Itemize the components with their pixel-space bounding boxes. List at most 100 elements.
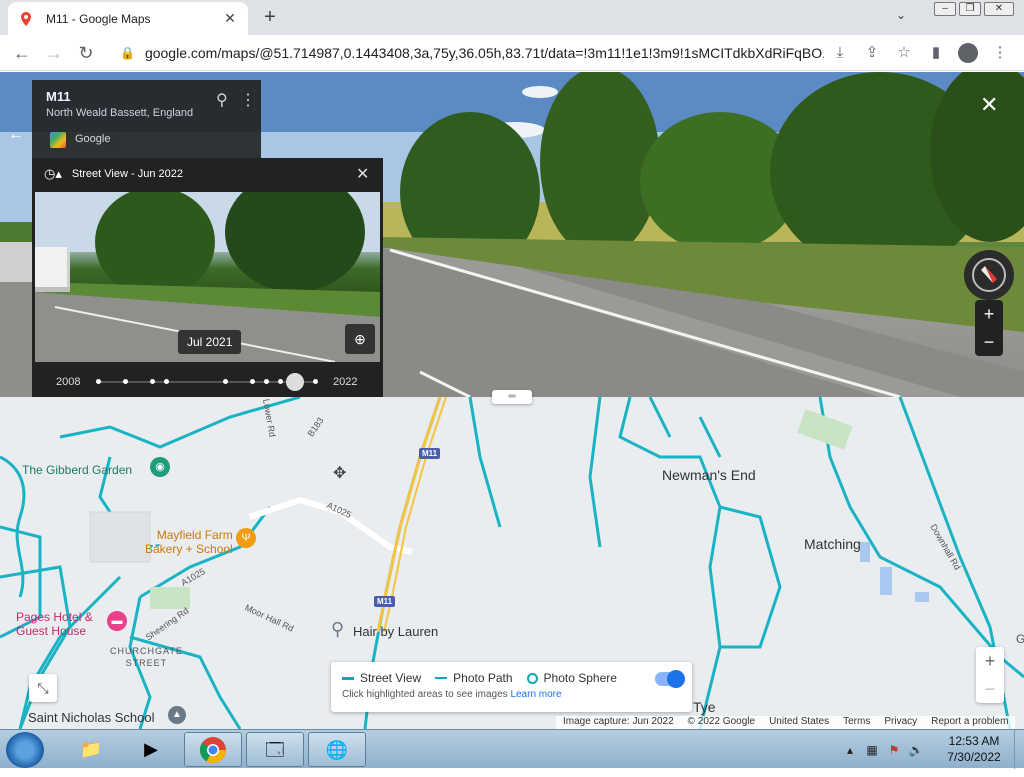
image-capture-date: Image capture: Jun 2022	[563, 716, 674, 727]
map-attribution-bar: Image capture: Jun 2022 © 2022 Google Un…	[556, 716, 1016, 729]
tab-search-chevron-icon[interactable]: ⌄	[896, 8, 906, 22]
street-view-layer-toggle[interactable]	[655, 670, 685, 688]
privacy-link[interactable]: Privacy	[884, 716, 917, 729]
pages-hotel-line1: Pages Hotel &	[16, 610, 93, 624]
churchgate-line1: CHURCHGATE	[110, 646, 183, 656]
close-timeline-icon[interactable]: ✕	[356, 164, 369, 184]
media-player-taskbar-button[interactable]: ▶	[122, 732, 180, 767]
bookmark-star-icon[interactable]: ☆	[888, 39, 920, 67]
network-icon[interactable]: ▦	[864, 743, 880, 757]
window-controls: – ❐ ✕	[931, 2, 1014, 16]
pin-poi-icon[interactable]: ⚲	[331, 619, 349, 639]
legend-street-view-label: Street View	[360, 671, 422, 685]
close-window-button[interactable]: ✕	[984, 2, 1014, 16]
camera-poi-icon[interactable]: ◉	[150, 457, 170, 477]
browser-toolbar: ← → ↻ 🔒 google.com/maps/@51.714987,0.144…	[0, 35, 1024, 71]
share-icon[interactable]: ⇪	[856, 39, 888, 67]
hair-by-lauren-label[interactable]: Hair by Lauren	[353, 624, 438, 639]
action-center-icon[interactable]: ⚑	[886, 743, 902, 757]
side-panel-icon[interactable]: ▮	[920, 39, 952, 67]
tab-google-maps[interactable]: M11 - Google Maps ✕	[8, 2, 248, 35]
report-problem-link[interactable]: Report a problem	[931, 716, 1008, 729]
new-tab-button[interactable]: +	[258, 6, 282, 30]
profile-avatar[interactable]	[958, 43, 978, 63]
saint-nicholas-school-label[interactable]: Saint Nicholas School	[28, 710, 154, 725]
map-edge-label: G	[1016, 632, 1024, 646]
lock-icon[interactable]: 🔒	[120, 46, 135, 60]
photo-sphere-circle-icon	[526, 672, 538, 684]
timeline-dot[interactable]	[250, 379, 255, 384]
close-street-view-icon[interactable]: ✕	[980, 92, 998, 118]
forward-arrow-icon[interactable]: →	[38, 37, 70, 69]
address-bar[interactable]: 🔒 google.com/maps/@51.714987,0.1443408,3…	[108, 39, 824, 67]
system-tray: ▴ ▦ ⚑ 🔊	[842, 730, 930, 769]
legend-photo-path-label: Photo Path	[453, 671, 513, 685]
mayfield-farm-line2: Bakery + School	[145, 542, 233, 556]
newmans-end-label[interactable]: Newman's End	[662, 467, 756, 483]
start-button-windows-icon[interactable]	[6, 732, 44, 768]
legend-photo-sphere-label: Photo Sphere	[543, 671, 617, 685]
history-clock-icon[interactable]: ◷▴	[44, 166, 62, 182]
network-app-taskbar-button[interactable]: 🌐	[308, 732, 366, 767]
timeline-dot[interactable]	[164, 379, 169, 384]
timeline-slider-knob[interactable]	[286, 373, 304, 391]
timeline-dot[interactable]	[150, 379, 155, 384]
back-left-arrow-icon[interactable]: ←	[8, 126, 24, 144]
timeline-start-year: 2008	[56, 376, 81, 388]
timeline-dot[interactable]	[123, 379, 128, 384]
url-text[interactable]: google.com/maps/@51.714987,0.1443408,3a,…	[145, 45, 824, 61]
timeline-dot[interactable]	[96, 379, 101, 384]
legend-row: Street View Photo Path Photo Sphere	[342, 671, 631, 685]
timeline-dot[interactable]	[278, 379, 283, 384]
zoom-out-button[interactable]: −	[975, 328, 1003, 356]
legend-hint: Click highlighted areas to see images Le…	[342, 689, 562, 700]
timeline-preview-image[interactable]: Jul 2021 ⊕	[35, 192, 380, 362]
menu-dots-icon[interactable]: ⋮	[984, 39, 1016, 67]
location-pin-icon[interactable]: ⚲	[216, 90, 228, 110]
map-zoom-out-button[interactable]: −	[976, 675, 1004, 703]
volume-icon[interactable]: 🔊	[908, 743, 924, 757]
file-explorer-taskbar-button[interactable]: 📁	[62, 732, 120, 767]
taskbar-clock[interactable]: 12:53 AM 7/30/2022	[942, 733, 1006, 765]
map-zoom-in-button[interactable]: +	[976, 647, 1004, 675]
split-view-handle[interactable]: ═	[492, 390, 532, 404]
mayfield-farm-label[interactable]: Mayfield Farm Bakery + School	[145, 528, 233, 556]
back-arrow-icon[interactable]: ←	[6, 37, 38, 69]
timeline-header[interactable]: ◷▴ Street View - Jun 2022	[44, 166, 183, 182]
m11-shield-badge: M11	[419, 448, 441, 459]
timeline-dot[interactable]	[223, 379, 228, 384]
minimize-button[interactable]: –	[934, 2, 956, 16]
pegman-location-icon[interactable]: ✥	[333, 463, 346, 483]
control-panel-taskbar-button[interactable]: 🗔	[246, 732, 304, 767]
school-poi-icon[interactable]: ▲	[168, 706, 186, 724]
region-link[interactable]: United States	[769, 716, 829, 729]
restaurant-poi-icon[interactable]: Ψ	[236, 528, 256, 548]
image-provider: Google	[75, 133, 111, 145]
pages-hotel-label[interactable]: Pages Hotel & Guest House	[16, 610, 93, 638]
tab-close-icon[interactable]: ✕	[222, 10, 238, 27]
clock-date: 7/30/2022	[947, 750, 1001, 764]
compass-icon[interactable]	[964, 250, 1014, 300]
churchgate-line2: STREET	[125, 658, 168, 668]
preview-zoom-icon[interactable]: ⊕	[345, 324, 375, 354]
tye-label[interactable]: Tye	[693, 699, 716, 715]
terms-link[interactable]: Terms	[843, 716, 870, 729]
show-hidden-icons-icon[interactable]: ▴	[842, 743, 858, 757]
timeline-dot[interactable]	[264, 379, 269, 384]
restore-button[interactable]: ❐	[959, 2, 981, 16]
zoom-in-button[interactable]: +	[975, 300, 1003, 328]
gibberd-garden-label[interactable]: The Gibberd Garden	[22, 463, 132, 477]
chrome-taskbar-button[interactable]	[184, 732, 242, 767]
install-app-icon[interactable]: ⤓	[824, 39, 856, 67]
collapse-map-icon[interactable]: ⤡	[29, 674, 57, 702]
reload-icon[interactable]: ↻	[70, 37, 102, 69]
hotel-poi-icon[interactable]: ▬	[107, 611, 127, 631]
timeline-slider-track[interactable]	[98, 381, 318, 383]
tab-title: M11 - Google Maps	[46, 11, 151, 26]
more-options-icon[interactable]: ⋮	[240, 90, 256, 110]
toolbar-icons: ⤓ ⇪ ☆ ▮ ⋮	[824, 39, 1016, 67]
show-desktop-button[interactable]	[1014, 730, 1024, 769]
matching-label[interactable]: Matching	[804, 536, 861, 552]
timeline-dot[interactable]	[313, 379, 318, 384]
learn-more-link[interactable]: Learn more	[510, 689, 561, 700]
